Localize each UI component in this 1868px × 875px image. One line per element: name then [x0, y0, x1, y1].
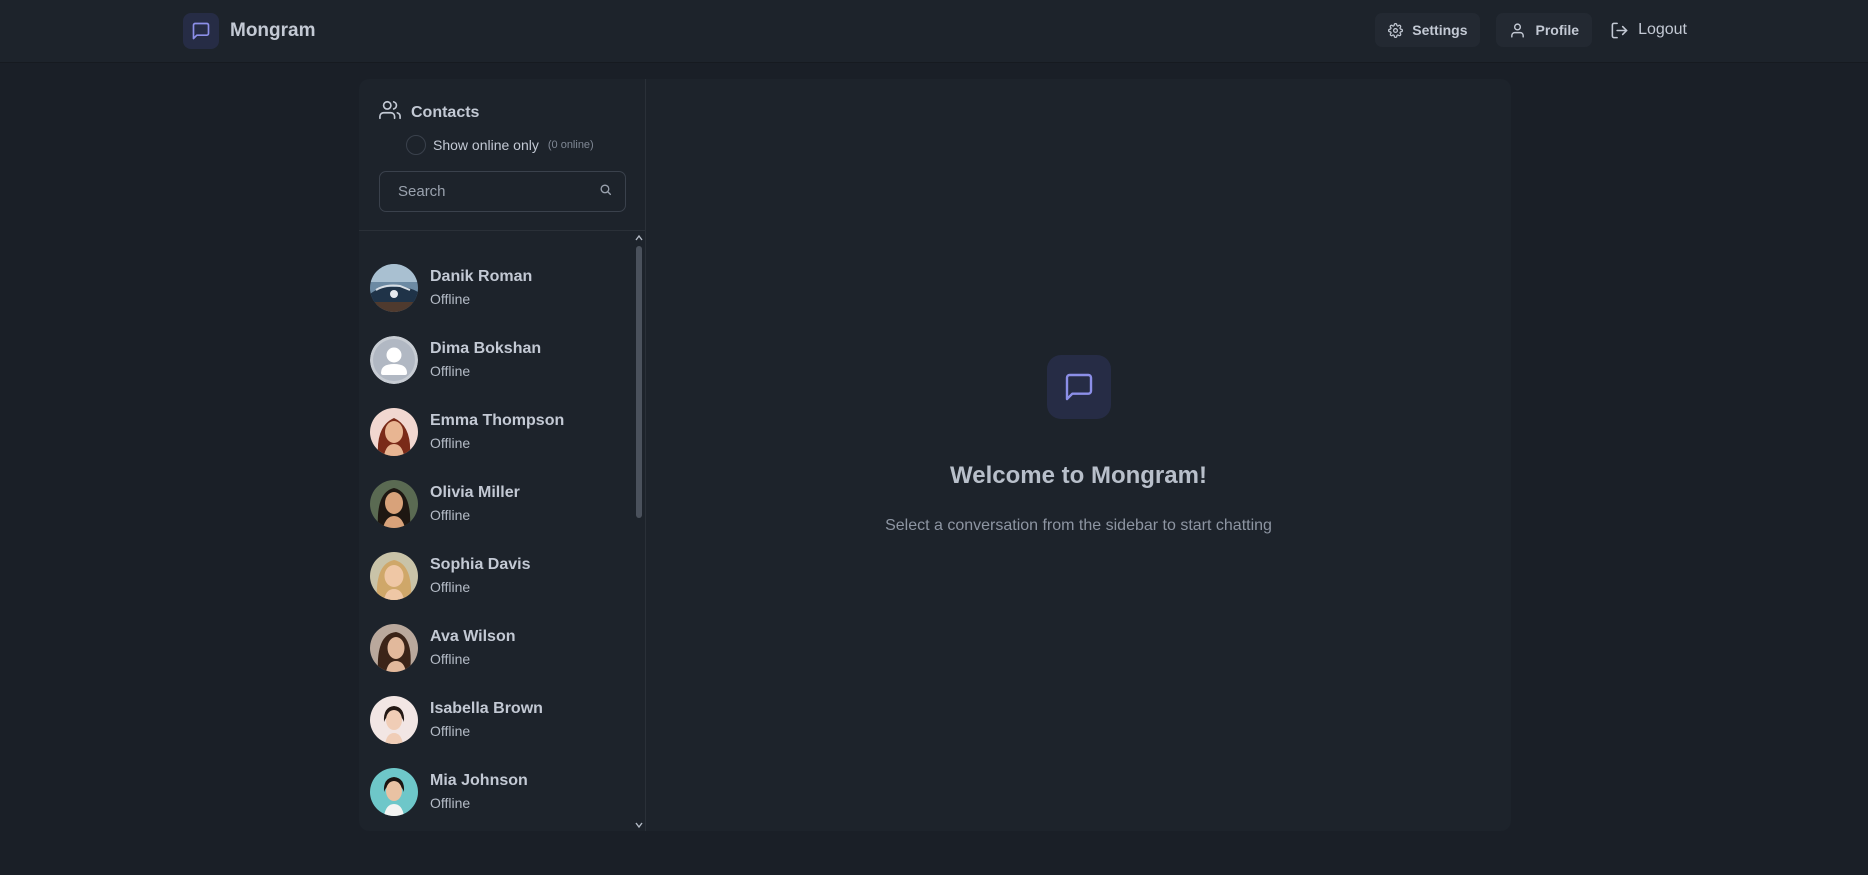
contact-status: Offline [430, 795, 471, 811]
contact-item[interactable]: Mia Johnson Offline [370, 764, 625, 820]
avatar [370, 480, 418, 528]
contact-name: Ava Wilson [430, 628, 516, 645]
photo-woman-teal-background [370, 768, 418, 816]
settings-button[interactable]: Settings [1375, 13, 1481, 47]
contact-status: Offline [430, 723, 471, 739]
logout-button[interactable]: Logout [1608, 13, 1689, 47]
contact-name: Olivia Miller [430, 484, 520, 501]
scroll-down-arrow-icon[interactable] [635, 821, 643, 829]
contact-name: Danik Roman [430, 268, 533, 285]
photo-woman-light-background [370, 696, 418, 744]
sidebar-header: Contacts Show online only (0 online) [359, 79, 645, 231]
contact-name: Dima Bokshan [430, 340, 542, 357]
show-online-checkbox[interactable] [406, 135, 426, 155]
search-field[interactable] [379, 171, 626, 212]
profile-button[interactable]: Profile [1496, 13, 1593, 47]
search-icon[interactable] [599, 183, 612, 201]
avatar [370, 552, 418, 600]
contact-name: Emma Thompson [430, 412, 565, 429]
contact-item[interactable]: Sophia Davis Offline [370, 548, 625, 604]
contact-status: Offline [430, 435, 471, 451]
photo-woman-blonde [370, 552, 418, 600]
message-square-icon [1047, 355, 1111, 419]
profile-label: Profile [1535, 22, 1580, 38]
photo-car [370, 264, 418, 312]
app-name: Mongram [230, 20, 316, 41]
contact-status: Offline [430, 291, 471, 307]
contacts-heading: Contacts [379, 99, 479, 126]
contact-status: Offline [430, 651, 471, 667]
contact-item[interactable]: Danik Roman Offline [370, 260, 625, 316]
navbar-actions: Settings Profile Logout [1375, 13, 1689, 47]
user-icon [1509, 22, 1526, 39]
settings-label: Settings [1412, 22, 1468, 38]
contact-item[interactable]: Ava Wilson Offline [370, 620, 625, 676]
contact-status: Offline [430, 579, 471, 595]
photo-woman-red-hair [370, 408, 418, 456]
app-logo-link[interactable]: Mongram [183, 13, 316, 49]
contact-item[interactable]: Isabella Brown Offline [370, 692, 625, 748]
contact-name: Mia Johnson [430, 772, 528, 789]
contact-item[interactable]: Emma Thompson Offline [370, 404, 625, 460]
show-online-label: Show online only [433, 137, 539, 153]
message-square-icon [183, 13, 219, 49]
photo-woman-dark-hair [370, 480, 418, 528]
gear-icon [1388, 22, 1404, 38]
photo-woman-brown-hair [370, 624, 418, 672]
welcome-subtitle: Select a conversation from the sidebar t… [885, 517, 1272, 534]
contact-item[interactable]: Olivia Miller Offline [370, 476, 625, 532]
scrollbar-thumb[interactable] [636, 246, 642, 518]
avatar [370, 264, 418, 312]
search-input[interactable] [396, 182, 599, 201]
logout-label: Logout [1638, 21, 1687, 38]
contacts-sidebar: Contacts Show online only (0 online) Sea… [359, 79, 646, 831]
contact-item[interactable]: Dima Bokshan Offline [370, 332, 625, 388]
users-icon [379, 99, 401, 126]
online-count: (0 online) [547, 139, 594, 151]
contact-name: Sophia Davis [430, 556, 531, 573]
avatar [370, 624, 418, 672]
contact-status: Offline [430, 363, 471, 379]
welcome-title: Welcome to Mongram! [950, 462, 1207, 489]
contacts-title: Contacts [411, 103, 480, 121]
avatar [370, 696, 418, 744]
scroll-up-arrow-icon[interactable] [635, 234, 643, 242]
contact-status: Offline [430, 507, 471, 523]
contact-list-scrollbar[interactable] [633, 232, 645, 831]
chat-container: Contacts Show online only (0 online) Sea… [359, 79, 1511, 831]
default-user-avatar [370, 336, 418, 384]
navbar: Mongram Settings Profile Logout [0, 0, 1868, 63]
contact-list: Danik Roman Offline Dima Bokshan Offline… [359, 232, 645, 831]
show-online-toggle[interactable]: Show online only (0 online) [406, 135, 594, 155]
contact-name: Isabella Brown [430, 700, 543, 717]
avatar [370, 408, 418, 456]
avatar [370, 336, 418, 384]
avatar [370, 768, 418, 816]
logout-icon [1610, 21, 1629, 40]
